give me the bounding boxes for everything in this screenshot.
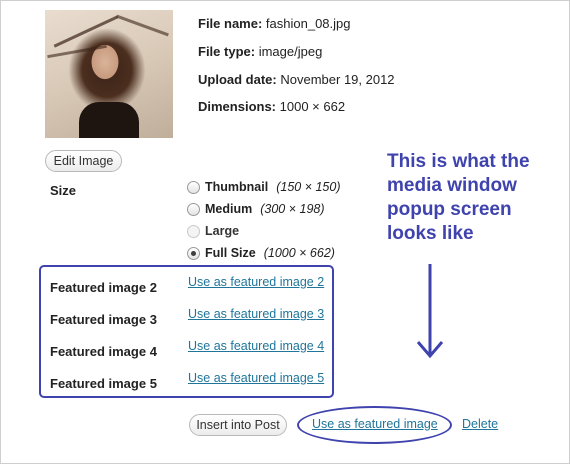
use-featured-image-3-link[interactable]: Use as featured image 3 bbox=[188, 307, 324, 321]
use-featured-image-2-link[interactable]: Use as featured image 2 bbox=[188, 275, 324, 289]
file-type-label: File type: bbox=[198, 44, 256, 59]
featured-image-3-label: Featured image 3 bbox=[50, 312, 157, 327]
use-featured-image-4-link[interactable]: Use as featured image 4 bbox=[188, 339, 324, 353]
use-as-featured-image-link[interactable]: Use as featured image bbox=[312, 417, 438, 431]
size-option-label: Medium bbox=[205, 202, 253, 216]
dimensions-label: Dimensions: bbox=[198, 99, 277, 114]
file-name-label: File name: bbox=[198, 16, 263, 31]
size-label: Size bbox=[50, 183, 77, 198]
featured-image-4-label: Featured image 4 bbox=[50, 344, 157, 359]
size-option-thumbnail[interactable]: Thumbnail (150 × 150) bbox=[187, 178, 341, 196]
dimensions-value: 1000 × 662 bbox=[279, 99, 346, 114]
size-option-label: Full Size bbox=[205, 246, 256, 260]
edit-image-button[interactable]: Edit Image bbox=[45, 150, 122, 172]
size-option-medium[interactable]: Medium (300 × 198) bbox=[187, 200, 325, 218]
file-type-line: File type: image/jpeg bbox=[198, 44, 322, 59]
down-arrow-icon bbox=[416, 264, 444, 359]
size-option-dims: (1000 × 662) bbox=[263, 246, 335, 260]
size-option-full[interactable]: Full Size (1000 × 662) bbox=[187, 244, 335, 262]
size-option-large: Large bbox=[187, 222, 239, 240]
use-featured-image-5-link[interactable]: Use as featured image 5 bbox=[188, 371, 324, 385]
annotation-text: This is what the media window popup scre… bbox=[387, 151, 530, 244]
size-option-dims: (150 × 150) bbox=[276, 180, 341, 194]
upload-date-label: Upload date: bbox=[198, 72, 277, 87]
file-type-value: image/jpeg bbox=[258, 44, 323, 59]
radio-button[interactable] bbox=[187, 246, 200, 260]
size-option-label: Thumbnail bbox=[205, 180, 269, 194]
featured-image-5-label: Featured image 5 bbox=[50, 376, 157, 391]
dimensions-line: Dimensions: 1000 × 662 bbox=[198, 99, 345, 114]
insert-into-post-button[interactable]: Insert into Post bbox=[189, 414, 287, 436]
size-option-dims: (300 × 198) bbox=[260, 202, 325, 216]
file-name-line: File name: fashion_08.jpg bbox=[198, 16, 351, 31]
radio-button[interactable] bbox=[187, 180, 200, 194]
upload-date-line: Upload date: November 19, 2012 bbox=[198, 72, 395, 87]
delete-link[interactable]: Delete bbox=[462, 417, 498, 431]
image-thumbnail bbox=[45, 10, 173, 138]
file-name-value: fashion_08.jpg bbox=[265, 16, 351, 31]
radio-button bbox=[187, 224, 200, 238]
size-option-label: Large bbox=[205, 224, 240, 238]
featured-image-2-label: Featured image 2 bbox=[50, 280, 157, 295]
upload-date-value: November 19, 2012 bbox=[280, 72, 395, 87]
radio-button[interactable] bbox=[187, 202, 200, 216]
